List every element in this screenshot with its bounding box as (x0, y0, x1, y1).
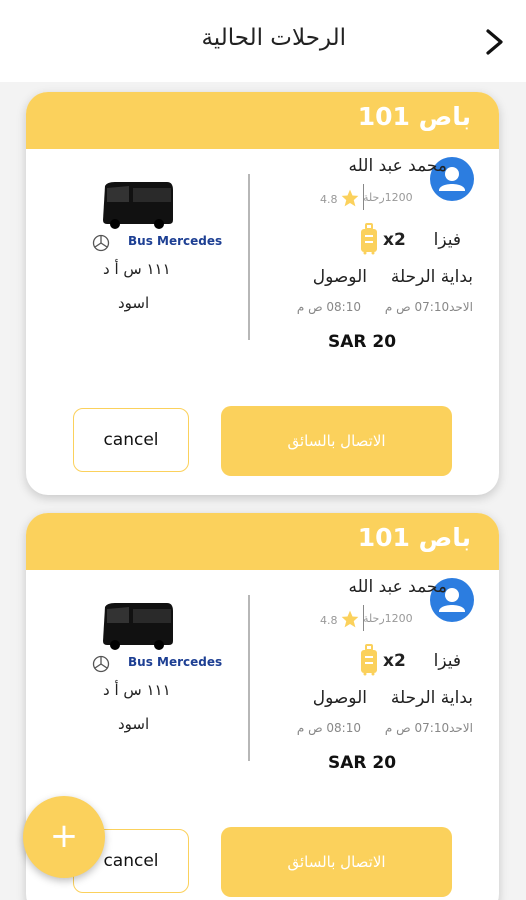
app-bar: الرحلات الحالية (0, 0, 526, 82)
luggage-count: x2 (383, 651, 406, 671)
bus-plate: ١١١ س أ د (103, 681, 171, 699)
call-driver-button[interactable]: الاتصال بالسائق (221, 406, 452, 476)
call-driver-button[interactable]: الاتصال بالسائق (221, 827, 452, 897)
stat-separator (363, 605, 364, 631)
trip-price: SAR 20 (328, 753, 397, 773)
bus-number: باص 101 (357, 523, 471, 552)
driver-name: محمد عبد الله (348, 577, 447, 597)
cancel-button[interactable]: cancel (73, 408, 189, 472)
bus-image (103, 603, 173, 650)
luggage-icon (361, 644, 377, 676)
column-divider (248, 595, 250, 761)
star-icon (341, 189, 359, 207)
driver-trips-count: 1200رحلة (363, 191, 413, 204)
star-icon (341, 610, 359, 628)
driver-rating: 4.8 (320, 193, 338, 206)
trip-price: SAR 20 (328, 332, 397, 352)
chevron-right-icon[interactable] (482, 26, 508, 58)
arrival-time: 08:10 ص م (296, 721, 361, 735)
stat-separator (363, 184, 364, 210)
bus-color: اسود (118, 294, 150, 312)
plus-icon: + (49, 816, 79, 856)
luggage-count: x2 (383, 230, 406, 250)
mercedes-logo-icon (92, 655, 110, 673)
luggage-icon (361, 223, 377, 255)
card-header: باص 101 (26, 513, 499, 570)
bus-image (103, 182, 173, 229)
driver-rating: 4.8 (320, 614, 338, 627)
add-trip-button[interactable]: + (23, 796, 105, 878)
bus-number: باص 101 (357, 102, 471, 131)
bus-brand: Bus Mercedes (128, 655, 223, 669)
payment-method: فيزا (433, 651, 461, 671)
arrival-label: الوصول (312, 267, 367, 287)
trip-card: باص 101 محمد عبد الله 1200رحلة 4.8 فيزا … (26, 92, 499, 495)
card-header: باص 101 (26, 92, 499, 149)
page-title: الرحلات الحالية (201, 25, 346, 51)
bus-brand: Bus Mercedes (128, 234, 223, 248)
arrival-label: الوصول (312, 688, 367, 708)
trip-start-time: الاحد07:10 ص م (384, 721, 473, 735)
bus-color: اسود (118, 715, 150, 733)
trip-start-label: بداية الرحلة (390, 267, 473, 287)
trip-start-label: بداية الرحلة (390, 688, 473, 708)
mercedes-logo-icon (92, 234, 110, 252)
payment-method: فيزا (433, 230, 461, 250)
column-divider (248, 174, 250, 340)
driver-trips-count: 1200رحلة (363, 612, 413, 625)
driver-name: محمد عبد الله (348, 156, 447, 176)
arrival-time: 08:10 ص م (296, 300, 361, 314)
bus-plate: ١١١ س أ د (103, 260, 171, 278)
trip-start-time: الاحد07:10 ص م (384, 300, 473, 314)
